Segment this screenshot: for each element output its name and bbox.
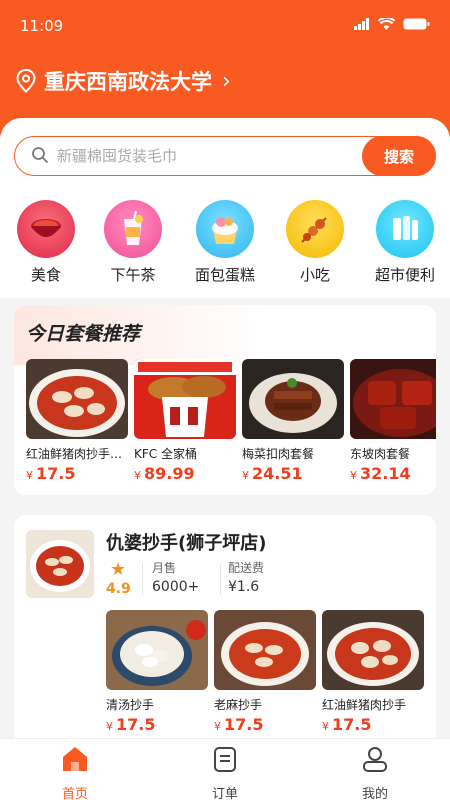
delivery-fee-value: ¥1.6 (228, 579, 260, 595)
location-name: 重庆西南政法大学 (44, 70, 212, 94)
category-label: 小吃 (299, 266, 330, 284)
category-label: 美食 (30, 266, 61, 284)
tab-profile[interactable]: 我的 (335, 745, 415, 800)
search-icon (32, 147, 48, 163)
category-supermarket[interactable]: 超市便利 (365, 200, 445, 285)
category-row: 美食 下午茶 面包蛋糕 小吃 超市便利 (0, 200, 450, 290)
wifi-icon (378, 18, 395, 30)
rating-value: 4.9 (106, 581, 131, 597)
combo-item-name: KFC 全家桶 (134, 447, 197, 461)
combo-item[interactable]: 红油鲜猪肉抄手套餐 ¥17.5 (26, 359, 128, 483)
shop-item[interactable]: 老麻抄手 ¥17.5 (214, 610, 316, 734)
supermarket-icon (376, 200, 434, 258)
shop-item-price: ¥17.5 (106, 715, 156, 734)
signal-icon (354, 18, 369, 30)
shop-item-price: ¥17.5 (322, 715, 372, 734)
delivery-fee: 配送费 ¥1.6 (228, 559, 264, 595)
monthly-sales-label: 月售 (152, 561, 177, 575)
shop-item[interactable]: 清汤抄手 ¥17.5 (106, 610, 208, 734)
status-icons (354, 18, 430, 30)
combo-item[interactable]: 东坡肉套餐 ¥32.14 (350, 359, 436, 483)
location-selector[interactable]: 重庆西南政法大学 › (16, 66, 231, 96)
location-pin-icon (16, 69, 36, 93)
combo-item-price: ¥32.14 (350, 464, 411, 483)
shop-item-name: 老麻抄手 (214, 698, 263, 712)
shop-item-name: 清汤抄手 (106, 698, 155, 712)
spicy-dumpling-image (214, 610, 316, 690)
chevron-right-icon: › (222, 68, 231, 94)
red-oil-dumpling-image (322, 610, 424, 690)
combo-item-name: 梅菜扣肉套餐 (242, 447, 315, 461)
combo-item-list: 红油鲜猪肉抄手套餐 ¥17.5 KFC 全家桶 ¥89.99 梅菜扣肉套餐 ¥2… (26, 359, 436, 489)
tab-label: 我的 (361, 787, 388, 800)
hotpot-icon (17, 200, 75, 258)
kfc-bucket-image (134, 359, 236, 439)
combo-item[interactable]: 梅菜扣肉套餐 ¥24.51 (242, 359, 344, 483)
category-label: 面包蛋糕 (194, 266, 255, 284)
shop-item[interactable]: 红油鲜猪肉抄手 ¥17.5 (322, 610, 424, 734)
combo-item-name: 红油鲜猪肉抄手套餐 (26, 447, 126, 461)
status-time: 11:09 (20, 17, 64, 35)
braised-pork-image (242, 359, 344, 439)
home-icon (63, 747, 87, 771)
shop-item-price: ¥17.5 (214, 715, 264, 734)
battery-icon (403, 18, 430, 30)
search-button[interactable]: 搜索 (362, 136, 436, 176)
combo-item-name: 东坡肉套餐 (350, 447, 411, 461)
combo-item-price: ¥89.99 (134, 464, 195, 483)
tab-label: 订单 (211, 787, 238, 800)
clear-soup-dumpling-image (106, 610, 208, 690)
monthly-sales-value: 6000+ (152, 579, 200, 595)
category-label: 超市便利 (374, 266, 435, 284)
tab-home[interactable]: 首页 (35, 745, 115, 800)
category-bakery[interactable]: 面包蛋糕 (185, 200, 265, 285)
tab-orders[interactable]: 订单 (185, 745, 265, 800)
orders-icon (214, 747, 236, 772)
dumpling-image (26, 359, 128, 439)
shop-item-name: 红油鲜猪肉抄手 (322, 698, 407, 712)
star-icon: ★ (110, 559, 127, 580)
category-food[interactable]: 美食 (6, 200, 86, 285)
shop-card[interactable]: 仇婆抄手(狮子坪店) ★ 4.9 月售 6000+ 配送费 ¥1.6 清汤抄手 … (14, 515, 436, 745)
search-bar[interactable]: 搜索 (14, 136, 436, 176)
shop-stats: ★ 4.9 月售 6000+ 配送费 ¥1.6 (106, 559, 406, 599)
combo-item[interactable]: KFC 全家桶 ¥89.99 (134, 359, 236, 483)
monthly-sales: 月售 6000+ (152, 559, 199, 595)
user-icon (363, 747, 387, 772)
skewer-icon (286, 200, 344, 258)
delivery-fee-label: 配送费 (228, 561, 265, 575)
divider (220, 563, 221, 595)
shop-logo (26, 530, 94, 598)
shop-name: 仇婆抄手(狮子坪店) (106, 533, 267, 554)
drink-icon (104, 200, 162, 258)
combo-item-price: ¥24.51 (242, 464, 303, 483)
combo-section-title: 今日套餐推荐 (26, 323, 141, 345)
divider (142, 563, 143, 595)
category-afternoon-tea[interactable]: 下午茶 (93, 200, 173, 285)
shop-item-list: 清汤抄手 ¥17.5 老麻抄手 ¥17.5 红油鲜猪肉抄手 ¥17.5 (106, 610, 436, 740)
search-input[interactable] (57, 144, 357, 168)
status-bar: 11:09 (0, 0, 450, 50)
bottom-tab-bar: 首页 订单 我的 (0, 738, 450, 800)
tab-label: 首页 (61, 787, 88, 800)
combo-item-price: ¥17.5 (26, 464, 76, 483)
combo-recommendations: 今日套餐推荐 红油鲜猪肉抄手套餐 ¥17.5 KFC 全家桶 ¥89.99 梅菜… (14, 305, 436, 495)
main-content: 搜索 美食 下午茶 面包蛋糕 小吃 (0, 118, 450, 745)
category-label: 下午茶 (110, 266, 156, 284)
dongpo-pork-image (350, 359, 436, 439)
cake-icon (196, 200, 254, 258)
category-snacks[interactable]: 小吃 (275, 200, 355, 285)
